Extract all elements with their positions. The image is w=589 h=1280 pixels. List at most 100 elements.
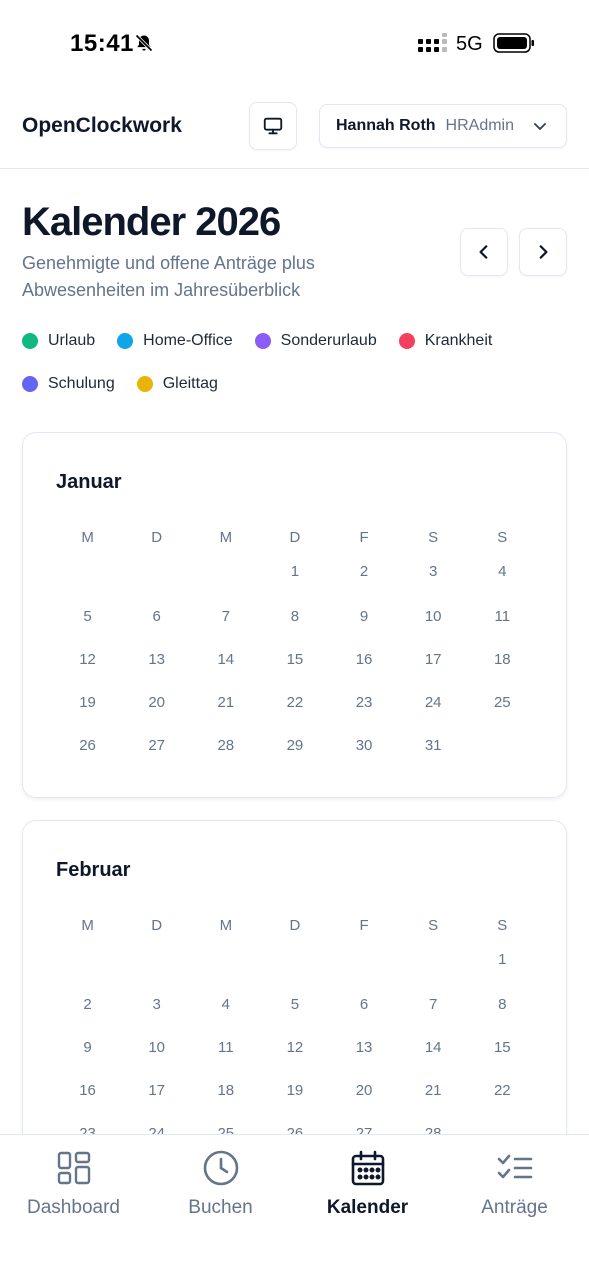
day-cell[interactable]: 19 bbox=[53, 680, 122, 723]
app-header: OpenClockwork Hannah Roth HRAdmin bbox=[0, 88, 589, 169]
signal-icon bbox=[418, 33, 447, 52]
day-cell[interactable]: 1 bbox=[260, 551, 329, 594]
battery-icon bbox=[493, 33, 534, 53]
day-cell[interactable]: 18 bbox=[468, 637, 537, 680]
day-cell[interactable]: 21 bbox=[191, 680, 260, 723]
empty-day-cell bbox=[260, 939, 329, 982]
day-cell[interactable]: 15 bbox=[260, 637, 329, 680]
day-cell[interactable]: 12 bbox=[53, 637, 122, 680]
day-cell[interactable]: 22 bbox=[260, 680, 329, 723]
day-cell[interactable]: 20 bbox=[122, 680, 191, 723]
day-cell[interactable]: 2 bbox=[53, 982, 122, 1025]
day-cell[interactable]: 7 bbox=[399, 982, 468, 1025]
legend-label: Gleittag bbox=[162, 375, 218, 392]
day-cell[interactable]: 27 bbox=[122, 723, 191, 766]
weekday-header: S bbox=[428, 529, 439, 546]
day-cell[interactable]: 14 bbox=[399, 1025, 468, 1068]
day-cell[interactable]: 26 bbox=[53, 723, 122, 766]
day-cell[interactable]: 29 bbox=[260, 723, 329, 766]
day-cell[interactable]: 9 bbox=[330, 594, 399, 637]
dashboard-icon bbox=[57, 1151, 91, 1185]
day-cell[interactable]: 15 bbox=[468, 1025, 537, 1068]
empty-day-cell bbox=[399, 939, 468, 982]
monitor-icon bbox=[263, 117, 283, 135]
day-cell[interactable]: 8 bbox=[260, 594, 329, 637]
day-cell[interactable]: 4 bbox=[468, 551, 537, 594]
day-cell[interactable]: 11 bbox=[468, 594, 537, 637]
day-cell[interactable]: 4 bbox=[191, 982, 260, 1025]
day-cell[interactable]: 3 bbox=[399, 551, 468, 594]
page-title: Kalender 2026 bbox=[22, 200, 281, 244]
day-cell[interactable]: 8 bbox=[468, 982, 537, 1025]
day-cell[interactable]: 6 bbox=[330, 982, 399, 1025]
month-card-januar: Januar M D M D F S S 1 2 3 4 5 6 7 8 9 10 11 12 13 14 15 16 17 1… bbox=[22, 432, 567, 798]
checklist-icon bbox=[497, 1154, 533, 1179]
display-mode-button[interactable] bbox=[249, 102, 297, 150]
nav-kalender[interactable]: Kalender bbox=[294, 1135, 441, 1245]
day-cell[interactable]: 22 bbox=[468, 1068, 537, 1111]
day-cell[interactable]: 10 bbox=[399, 594, 468, 637]
weekday-header: D bbox=[151, 917, 163, 934]
day-cell[interactable]: 7 bbox=[191, 594, 260, 637]
nav-label: Anträge bbox=[481, 1197, 548, 1218]
day-cell[interactable]: 23 bbox=[330, 680, 399, 723]
day-cell[interactable]: 11 bbox=[191, 1025, 260, 1068]
day-cell[interactable]: 19 bbox=[260, 1068, 329, 1111]
user-menu-button[interactable]: Hannah Roth HRAdmin bbox=[319, 104, 567, 148]
bottom-navigation: Dashboard Buchen Kalender Anträge bbox=[0, 1134, 589, 1280]
bell-muted-icon bbox=[135, 34, 153, 52]
day-cell[interactable]: 2 bbox=[330, 551, 399, 594]
day-cell[interactable]: 9 bbox=[53, 1025, 122, 1068]
day-cell[interactable]: 16 bbox=[330, 637, 399, 680]
day-cell[interactable]: 5 bbox=[260, 982, 329, 1025]
month-name: Februar bbox=[56, 859, 131, 881]
day-cell[interactable]: 30 bbox=[330, 723, 399, 766]
legend-item: Gleittag bbox=[136, 375, 218, 393]
day-cell[interactable]: 31 bbox=[399, 723, 468, 766]
day-cell[interactable]: 12 bbox=[260, 1025, 329, 1068]
day-cell[interactable]: 6 bbox=[122, 594, 191, 637]
nav-buchen[interactable]: Buchen bbox=[147, 1135, 294, 1245]
day-cell[interactable]: 13 bbox=[122, 637, 191, 680]
user-name: Hannah Roth bbox=[336, 117, 436, 134]
day-cell[interactable]: 10 bbox=[122, 1025, 191, 1068]
legend-dot bbox=[22, 376, 38, 392]
day-cell[interactable]: 28 bbox=[191, 723, 260, 766]
nav-dashboard[interactable]: Dashboard bbox=[0, 1135, 147, 1245]
network-type: 5G bbox=[456, 33, 483, 55]
legend-dot bbox=[22, 333, 38, 349]
day-cell[interactable]: 18 bbox=[191, 1068, 260, 1111]
day-cell[interactable]: 5 bbox=[53, 594, 122, 637]
legend-dot bbox=[117, 333, 134, 349]
previous-year-button[interactable] bbox=[460, 228, 508, 276]
legend-label: Krankheit bbox=[424, 332, 493, 349]
clock-icon bbox=[203, 1150, 239, 1186]
chevron-left-icon bbox=[479, 245, 488, 259]
weekday-header: M bbox=[219, 917, 233, 934]
weekday-header: M bbox=[219, 529, 233, 546]
day-cell[interactable]: 13 bbox=[330, 1025, 399, 1068]
day-cell[interactable]: 24 bbox=[399, 680, 468, 723]
next-year-button[interactable] bbox=[519, 228, 567, 276]
month-grid: M D M D F S S 1 2 3 4 5 6 7 8 9 10 11 12 13 14 15 16 17 18 19 20 21… bbox=[53, 917, 537, 1154]
weekday-header: F bbox=[359, 917, 369, 934]
nav-label: Buchen bbox=[188, 1197, 253, 1218]
day-cell[interactable]: 17 bbox=[399, 637, 468, 680]
weekday-header: D bbox=[289, 529, 301, 546]
month-name: Januar bbox=[56, 471, 122, 493]
day-cell[interactable]: 14 bbox=[191, 637, 260, 680]
day-cell[interactable]: 21 bbox=[399, 1068, 468, 1111]
day-cell[interactable]: 25 bbox=[468, 680, 537, 723]
legend-label: Schulung bbox=[48, 375, 115, 392]
day-cell[interactable]: 16 bbox=[53, 1068, 122, 1111]
day-cell[interactable]: 3 bbox=[122, 982, 191, 1025]
legend: Urlaub Home-Office Sonderurlaub Krankheit Sc… bbox=[22, 332, 567, 393]
legend-label: Home-Office bbox=[143, 332, 233, 349]
day-cell[interactable]: 20 bbox=[330, 1068, 399, 1111]
day-cell[interactable]: 17 bbox=[122, 1068, 191, 1111]
nav-antraege[interactable]: Anträge bbox=[441, 1135, 588, 1245]
empty-day-cell bbox=[122, 939, 191, 982]
weekday-header: D bbox=[151, 529, 163, 546]
day-cell[interactable]: 1 bbox=[468, 939, 537, 982]
nav-label: Dashboard bbox=[27, 1197, 120, 1218]
